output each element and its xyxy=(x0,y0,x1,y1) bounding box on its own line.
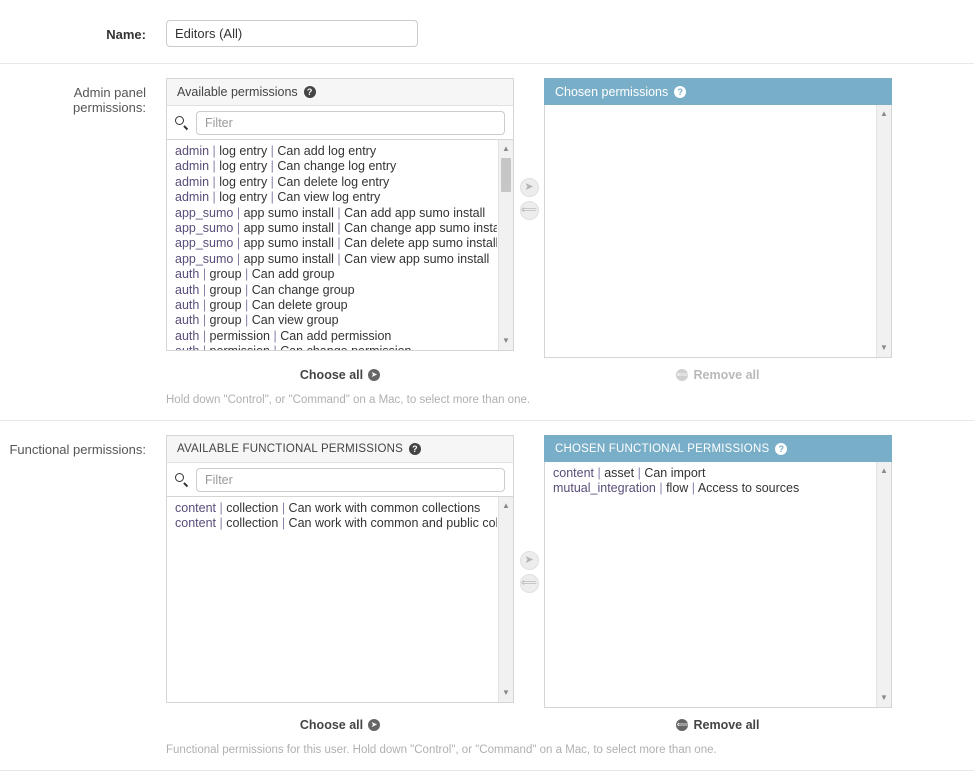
admin-permissions-help-text: Hold down "Control", or "Command" on a M… xyxy=(166,394,531,406)
scroll-down-icon[interactable]: ▼ xyxy=(499,686,513,700)
functional-choose-all[interactable]: Choose all ➤ xyxy=(166,708,514,732)
functional-available-list[interactable]: content | collection | Can work with com… xyxy=(167,497,497,702)
list-item[interactable]: auth | group | Can change group xyxy=(167,283,497,298)
name-label: Name: xyxy=(106,27,146,42)
functional-available-box: AVAILABLE FUNCTIONAL PERMISSIONS ? conte… xyxy=(166,435,514,703)
name-form-row: Name: xyxy=(0,0,974,64)
scroll-down-icon[interactable]: ▼ xyxy=(877,341,891,355)
list-item[interactable]: mutual_integration | flow | Access to so… xyxy=(545,481,875,496)
scroll-up-icon[interactable]: ▲ xyxy=(877,464,891,478)
admin-available-list-pane[interactable]: admin | log entry | Can add log entry adm… xyxy=(166,139,514,351)
functional-available-filter-bar xyxy=(166,462,514,496)
functional-permissions-label: Functional permissions: xyxy=(9,442,146,457)
functional-remove-button[interactable]: ⟸ xyxy=(519,574,539,593)
admin-chosen-header-label: Chosen permissions xyxy=(555,84,669,99)
admin-choose-all[interactable]: Choose all ➤ xyxy=(166,358,514,382)
functional-add-button[interactable]: ➤ xyxy=(519,551,539,570)
list-item[interactable]: auth | group | Can view group xyxy=(167,313,497,328)
help-icon[interactable]: ? xyxy=(303,86,316,98)
functional-available-filter-input[interactable] xyxy=(196,467,505,492)
list-item[interactable]: auth | group | Can add group xyxy=(167,267,497,282)
scroll-up-icon[interactable]: ▲ xyxy=(877,107,891,121)
functional-available-header: AVAILABLE FUNCTIONAL PERMISSIONS ? xyxy=(166,435,514,462)
list-item[interactable]: content | asset | Can import xyxy=(545,466,875,481)
admin-available-header: Available permissions ? xyxy=(166,78,514,105)
functional-chosen-box: CHOSEN FUNCTIONAL PERMISSIONS ? content … xyxy=(544,435,892,708)
search-icon xyxy=(175,115,189,130)
admin-chooser: ➤ ⟸ xyxy=(514,78,544,222)
functional-selector-footer: Choose all ➤ ⟸ Remove all xyxy=(166,708,974,732)
scroll-down-icon[interactable]: ▼ xyxy=(499,334,513,348)
list-item[interactable]: app_sumo | app sumo install | Can add ap… xyxy=(167,206,497,221)
admin-remove-button[interactable]: ⟸ xyxy=(519,201,539,220)
help-icon[interactable]: ? xyxy=(674,86,687,98)
admin-choose-all-label: Choose all xyxy=(299,368,364,382)
admin-available-scrollbar[interactable]: ▲ ▼ xyxy=(498,140,513,350)
list-item[interactable]: app_sumo | app sumo install | Can view a… xyxy=(167,252,497,267)
list-item[interactable]: content | collection | Can work with com… xyxy=(167,501,497,516)
functional-chosen-scrollbar[interactable]: ▲ ▼ xyxy=(876,462,891,707)
functional-available-list-pane[interactable]: content | collection | Can work with com… xyxy=(166,496,514,703)
name-field-body xyxy=(166,20,974,47)
arrow-left-circle-icon: ⟸ xyxy=(676,719,689,731)
search-icon xyxy=(175,472,189,487)
admin-chosen-header: Chosen permissions ? xyxy=(544,78,892,105)
admin-available-list[interactable]: admin | log entry | Can add log entry adm… xyxy=(167,140,497,350)
list-item[interactable]: app_sumo | app sumo install | Can delete… xyxy=(167,236,497,251)
functional-chosen-list[interactable]: content | asset | Can import mutual_integ… xyxy=(545,462,875,707)
functional-permissions-body: AVAILABLE FUNCTIONAL PERMISSIONS ? conte… xyxy=(166,435,974,756)
admin-available-filter-bar xyxy=(166,105,514,139)
admin-remove-all-label: Remove all xyxy=(693,368,760,382)
admin-remove-all[interactable]: ⟸ Remove all xyxy=(544,358,892,382)
functional-available-header-label: AVAILABLE FUNCTIONAL PERMISSIONS xyxy=(177,442,404,455)
functional-remove-all-label: Remove all xyxy=(693,718,760,732)
admin-permissions-body: Available permissions ? admin | log entr… xyxy=(166,78,974,406)
arrow-right-circle-icon: ➤ xyxy=(368,719,381,731)
admin-chosen-box: Chosen permissions ? ▲ ▼ xyxy=(544,78,892,358)
arrow-right-circle-icon: ➤ xyxy=(368,369,381,381)
list-item[interactable]: auth | permission | Can add permission xyxy=(167,329,497,344)
admin-chosen-scrollbar[interactable]: ▲ ▼ xyxy=(876,105,891,357)
admin-chosen-list-pane[interactable]: ▲ ▼ xyxy=(544,105,892,358)
list-item[interactable]: auth | group | Can delete group xyxy=(167,298,497,313)
functional-choose-all-label: Choose all xyxy=(299,718,364,732)
admin-selector-footer: Choose all ➤ ⟸ Remove all xyxy=(166,358,974,382)
arrow-left-circle-icon: ⟸ xyxy=(676,369,689,381)
admin-permissions-label: Admin panel permissions: xyxy=(73,85,146,115)
admin-available-box: Available permissions ? admin | log entr… xyxy=(166,78,514,351)
list-item[interactable]: auth | permission | Can change permissio… xyxy=(167,344,497,350)
help-icon[interactable]: ? xyxy=(409,443,422,455)
functional-remove-all[interactable]: ⟸ Remove all xyxy=(544,708,892,732)
admin-chosen-list[interactable] xyxy=(545,105,875,357)
help-icon[interactable]: ? xyxy=(775,443,788,455)
functional-chosen-header-label: CHOSEN FUNCTIONAL PERMISSIONS xyxy=(555,442,770,455)
list-item[interactable]: admin | log entry | Can view log entry xyxy=(167,190,497,205)
functional-available-scrollbar[interactable]: ▲ ▼ xyxy=(498,497,513,702)
list-item[interactable]: admin | log entry | Can add log entry xyxy=(167,144,497,159)
admin-permissions-selector: Available permissions ? admin | log entr… xyxy=(166,78,974,358)
admin-permissions-form-row: Admin panel permissions: Available permi… xyxy=(0,64,974,421)
list-item[interactable]: content | collection | Can work with com… xyxy=(167,516,497,531)
name-input[interactable] xyxy=(166,20,418,47)
list-item[interactable]: app_sumo | app sumo install | Can change… xyxy=(167,221,497,236)
admin-available-filter-input[interactable] xyxy=(196,110,505,135)
admin-add-button[interactable]: ➤ xyxy=(519,178,539,197)
functional-chosen-header: CHOSEN FUNCTIONAL PERMISSIONS ? xyxy=(544,435,892,462)
functional-permissions-help-text: Functional permissions for this user. Ho… xyxy=(166,744,717,756)
functional-permissions-selector: AVAILABLE FUNCTIONAL PERMISSIONS ? conte… xyxy=(166,435,974,708)
scroll-down-icon[interactable]: ▼ xyxy=(877,691,891,705)
scrollbar-thumb[interactable] xyxy=(501,158,511,192)
functional-chooser: ➤ ⟸ xyxy=(514,435,544,595)
list-item[interactable]: admin | log entry | Can change log entry xyxy=(167,159,497,174)
scroll-up-icon[interactable]: ▲ xyxy=(499,142,513,156)
list-item[interactable]: admin | log entry | Can delete log entry xyxy=(167,175,497,190)
functional-chosen-list-pane[interactable]: content | asset | Can import mutual_integ… xyxy=(544,462,892,708)
scroll-up-icon[interactable]: ▲ xyxy=(499,499,513,513)
functional-permissions-form-row: Functional permissions: AVAILABLE FUNCTI… xyxy=(0,421,974,771)
admin-available-header-label: Available permissions xyxy=(177,84,298,99)
